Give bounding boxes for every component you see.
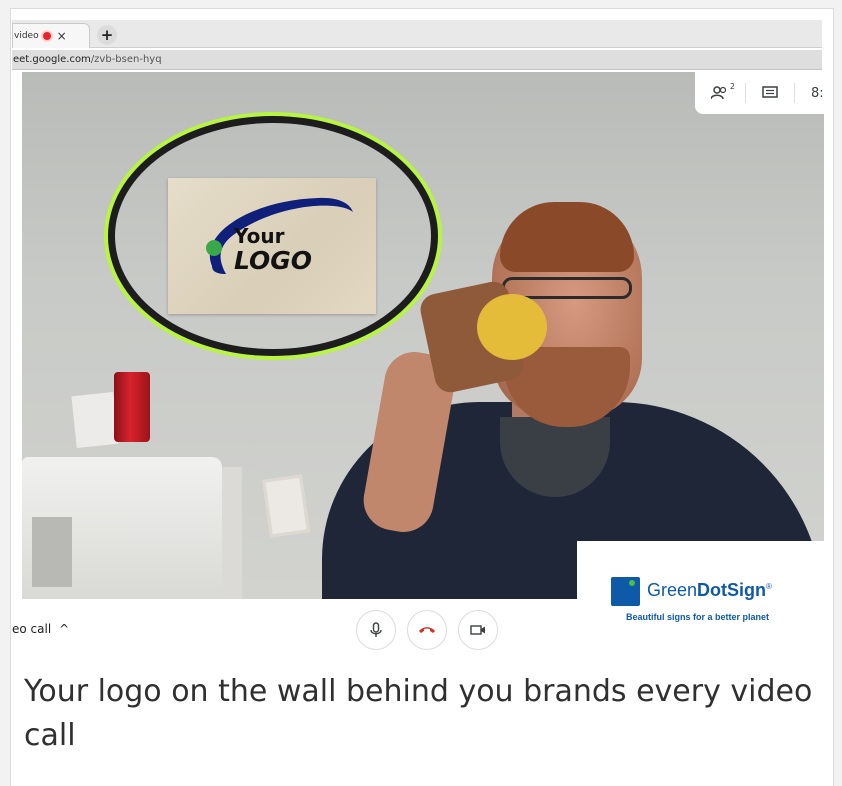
hang-up-button[interactable] (407, 610, 447, 650)
tab-title: video (14, 31, 39, 41)
brand-name-light: Green (647, 580, 698, 600)
url-host: eet.google.com (13, 54, 91, 65)
printer-tray (32, 517, 72, 587)
papers (71, 391, 119, 449)
address-bar[interactable]: eet.google.com/zvb-bsen-hyq (12, 50, 822, 70)
chat-icon[interactable] (762, 86, 778, 100)
meeting-details[interactable]: eo call ^ (12, 622, 69, 636)
brand-name: GreenDotSign® (647, 580, 772, 601)
logo-text-your: Your (234, 224, 285, 248)
clock-time: 8: (811, 85, 824, 101)
url-path: /zvb-bsen-hyq (90, 54, 162, 65)
chevron-up-icon[interactable]: ^ (59, 622, 69, 636)
tab-close-icon[interactable]: × (57, 29, 67, 43)
greendotsign-logo-icon (611, 577, 640, 606)
mug-rim (477, 294, 547, 360)
browser-tab[interactable]: video × (12, 23, 90, 48)
brand-name-bold: DotSign (697, 580, 767, 600)
green-dot-icon (629, 580, 635, 586)
video-stage: Your LOGO (22, 72, 824, 599)
browser-tab-bar: video × + (12, 20, 822, 48)
new-tab-button[interactable]: + (97, 25, 117, 45)
caption-text: Your logo on the wall behind you brands … (24, 674, 813, 753)
people-icon[interactable]: 2 (711, 82, 735, 100)
recording-icon (42, 32, 51, 40)
camera-icon (470, 625, 485, 635)
divider (745, 83, 746, 103)
brand-tagline: Beautiful signs for a better planet (626, 612, 770, 622)
microphone-button[interactable] (356, 610, 396, 650)
divider (794, 83, 795, 103)
microphone-icon (370, 622, 382, 637)
people-count: 2 (729, 82, 735, 91)
registered-mark: ® (766, 582, 772, 591)
meet-info-panel: 2 8: (695, 72, 824, 114)
camera-button[interactable] (458, 610, 498, 650)
meeting-title: eo call (12, 622, 52, 636)
phone-hangup-icon (419, 627, 435, 633)
photo-frame (262, 474, 310, 538)
logo-text-logo: LOGO (234, 246, 313, 275)
soda-can (114, 372, 150, 442)
